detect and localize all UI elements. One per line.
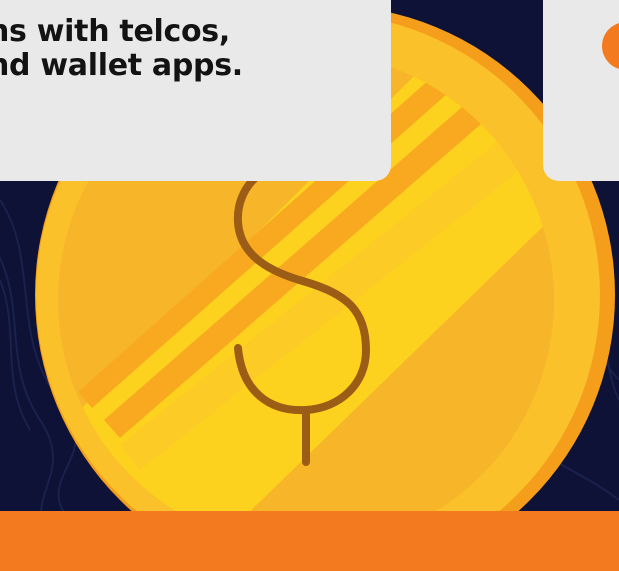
orange-dot-icon	[602, 22, 619, 70]
footer-bar	[0, 511, 619, 571]
card-text-line-1: ns with telcos,	[0, 14, 230, 49]
info-card-left: ns with telcos, nd wallet apps.	[0, 0, 391, 181]
graphic-scene: ns with telcos, nd wallet apps.	[0, 0, 619, 571]
card-text: ns with telcos, nd wallet apps.	[0, 15, 243, 83]
card-text-line-2: nd wallet apps.	[0, 48, 243, 83]
info-card-right	[543, 0, 619, 181]
